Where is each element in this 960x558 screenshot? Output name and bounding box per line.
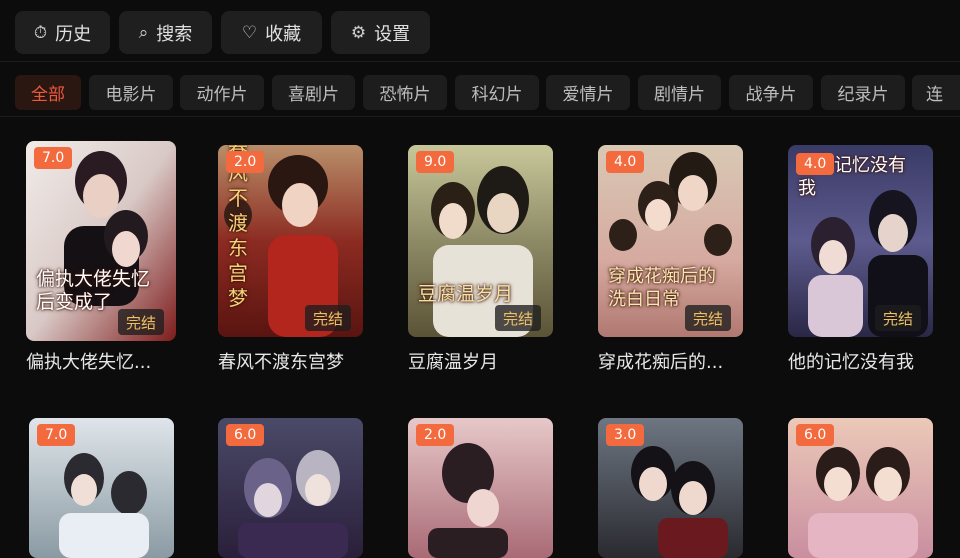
poster-image[interactable]: 6.0: [218, 418, 363, 558]
tab-comedy[interactable]: 喜剧片: [272, 75, 355, 110]
tab-romance[interactable]: 爱情片: [546, 75, 630, 110]
score-badge: 6.0: [226, 424, 265, 446]
gear-icon: ⚙: [350, 22, 367, 43]
score-badge: 2.0: [226, 151, 265, 173]
poster-image[interactable]: 7.0: [29, 418, 174, 558]
tab-horror[interactable]: 恐怖片: [363, 75, 447, 110]
tab-all[interactable]: 全部: [15, 75, 81, 110]
score-badge: 3.0: [606, 424, 645, 446]
search-button[interactable]: ⌕ 搜索: [119, 11, 212, 54]
poster-image[interactable]: 春风不渡东宫梦 2.0 完结: [218, 145, 363, 337]
status-badge: 完结: [117, 309, 164, 335]
history-button[interactable]: ⏱ 历史: [15, 11, 110, 54]
score-badge: 7.0: [34, 147, 73, 169]
category-tabs: 全部 电影片 动作片 喜剧片 恐怖片 科幻片 爱情片 剧情片 战争片 纪录片 连: [0, 75, 960, 111]
score-badge: 4.0: [796, 153, 835, 175]
card-title: 他的记忆没有我: [788, 352, 914, 373]
poster-title: 偏执大佬失忆后变成了: [36, 267, 151, 314]
status-badge: 完结: [684, 305, 731, 331]
settings-button[interactable]: ⚙ 设置: [331, 11, 430, 54]
tab-scifi[interactable]: 科幻片: [455, 75, 539, 110]
heart-icon: ♡: [241, 22, 258, 43]
poster-image[interactable]: 3.0: [598, 418, 743, 558]
status-badge: 完结: [304, 305, 351, 331]
card-title: 豆腐温岁月: [408, 352, 498, 373]
search-icon: ⌕: [138, 22, 149, 43]
poster-image[interactable]: 6.0: [788, 418, 933, 558]
score-badge: 9.0: [416, 151, 455, 173]
settings-label: 设置: [374, 23, 411, 45]
top-nav: ⏱ 历史 ⌕ 搜索 ♡ 收藏 ⚙ 设置: [0, 0, 960, 62]
score-badge: 7.0: [37, 424, 76, 446]
tab-war[interactable]: 战争片: [729, 75, 813, 110]
tab-series[interactable]: 连: [912, 75, 960, 110]
poster-image[interactable]: 2.0: [408, 418, 553, 558]
status-badge: 完结: [874, 305, 921, 331]
score-badge: 2.0: [416, 424, 455, 446]
clock-icon: ⏱: [33, 22, 48, 43]
score-badge: 4.0: [606, 151, 645, 173]
tab-drama[interactable]: 剧情片: [638, 75, 721, 110]
score-badge: 6.0: [796, 424, 835, 446]
card-title: 偏执大佬失忆...: [26, 352, 152, 373]
tab-action[interactable]: 动作片: [180, 75, 264, 110]
tab-movie[interactable]: 电影片: [89, 75, 173, 110]
poster-image[interactable]: 豆腐温岁月 9.0 完结: [408, 145, 553, 337]
tab-documentary[interactable]: 纪录片: [821, 75, 905, 110]
top-divider: [0, 61, 960, 62]
status-badge: 完结: [494, 305, 541, 331]
favorites-button[interactable]: ♡ 收藏: [221, 11, 322, 54]
poster-image[interactable]: 他的记忆没有我 4.0 完结: [788, 145, 933, 337]
category-divider: [0, 116, 960, 117]
search-label: 搜索: [156, 23, 193, 45]
card-title: 穿成花痴后的...: [598, 352, 724, 373]
poster-title: 豆腐温岁月: [418, 283, 514, 306]
poster-image[interactable]: 穿成花痴后的洗白日常 4.0 完结: [598, 145, 743, 337]
history-label: 历史: [55, 23, 92, 45]
favorites-label: 收藏: [265, 23, 302, 45]
card-title: 春风不渡东宫梦: [218, 352, 344, 373]
poster-image[interactable]: 偏执大佬失忆后变成了 7.0 完结: [26, 141, 176, 341]
